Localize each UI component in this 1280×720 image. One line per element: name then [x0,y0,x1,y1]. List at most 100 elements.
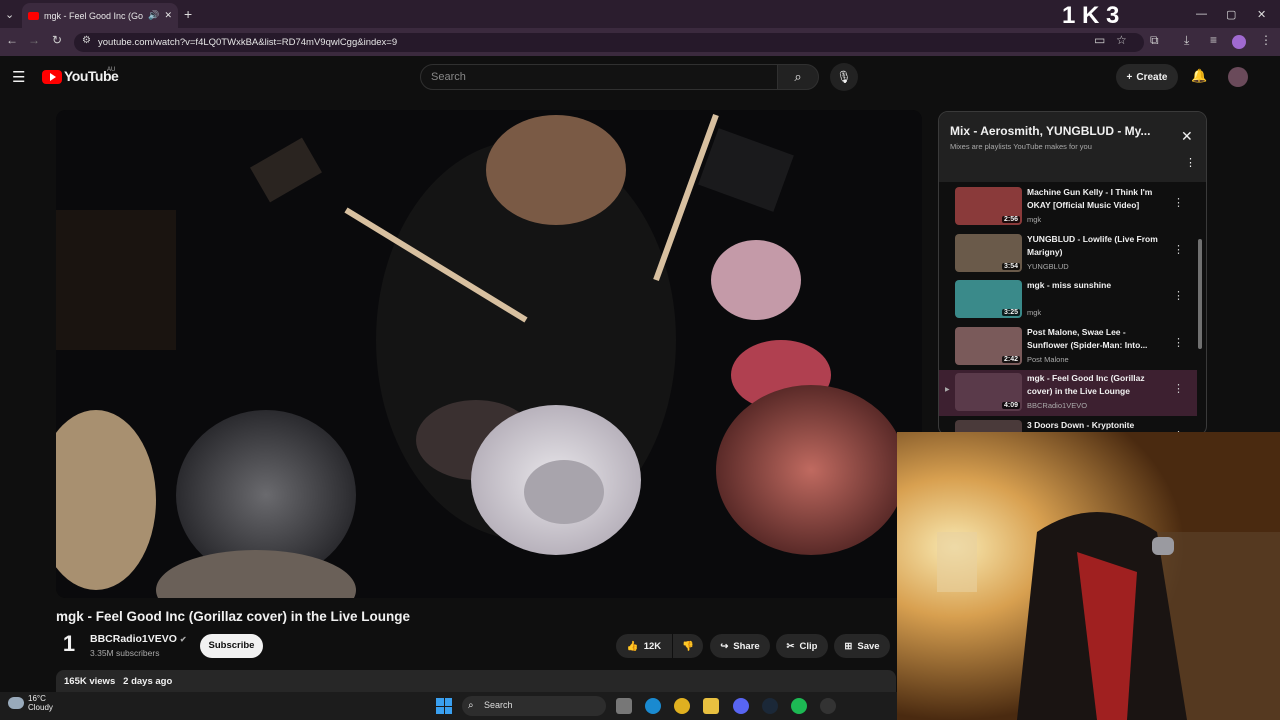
back-icon[interactable]: ← [6,33,18,47]
playlist-subtitle: Mixes are playlists YouTube makes for yo… [950,142,1092,151]
item-menu-icon[interactable]: ⋮ [1173,196,1184,209]
youtube-favicon-icon [28,11,39,20]
voice-search-button[interactable]: 🎙 [830,63,858,91]
playlist-item-title: mgk - Feel Good Inc (Gorillaz cover) in … [1027,373,1145,396]
share-button[interactable]: ↪ Share [710,634,770,658]
playlist-header: Mix - Aerosmith, YUNGBLUD - My... Mixes … [939,112,1206,182]
url-text: youtube.com/watch?v=f4LQ0TWxkBA&list=RD7… [98,37,398,48]
media-icon[interactable]: ≡ [1210,33,1217,47]
file-explorer-icon[interactable] [703,698,719,714]
search-button[interactable]: ⌕ [777,64,819,90]
playlist-menu-icon[interactable]: ⋮ [1185,156,1196,169]
tab-list-icon[interactable]: ⌄ [5,8,14,21]
task-view-icon[interactable] [616,698,632,714]
obs-icon[interactable] [820,698,836,714]
item-menu-icon[interactable]: ⋮ [1173,382,1184,395]
duration-badge: 4:09 [1001,402,1020,409]
chrome-menu-icon[interactable]: ⋮ [1260,33,1272,47]
save-button[interactable]: ⊞ Save [834,634,890,658]
duration-badge: 2:42 [1001,355,1020,363]
maximize-icon[interactable]: ▢ [1226,8,1236,21]
scissors-icon: ✂ [786,640,795,652]
extensions-icon[interactable]: ⧉ [1150,33,1159,48]
new-tab-button[interactable]: + [184,6,192,22]
playlist-thumbnail[interactable]: 3:25 [955,280,1022,318]
playlist-scrollbar[interactable] [1198,239,1202,349]
forward-icon[interactable]: → [28,33,40,47]
taskbar-search-icon: ⌕ [468,700,474,711]
close-window-icon[interactable]: ✕ [1257,8,1266,21]
thumbs-down-icon: 👎 [682,640,694,652]
tab-close-icon[interactable]: ✕ [164,10,172,21]
item-menu-icon[interactable]: ⋮ [1173,289,1184,302]
item-menu-icon[interactable]: ⋮ [1173,336,1184,349]
playlist-thumbnail[interactable]: 3:54 [955,233,1022,272]
account-avatar[interactable] [1228,67,1248,87]
search-icon: ⌕ [794,69,802,84]
like-button[interactable]: 👍 12K [616,634,672,658]
playlist-item[interactable]: 3:54 YUNGBLUD - Lowlife (Live From Marign… [939,231,1197,277]
verified-icon: ✔ [179,635,187,644]
clip-button[interactable]: ✂ Clip [776,634,828,658]
notifications-bell-icon[interactable]: 🔔 [1191,68,1207,84]
playlist-item[interactable]: 2:42 Post Malone, Swae Lee - Sunflower (S… [939,324,1197,370]
speaker-icon[interactable]: 🔊 [148,10,159,21]
duration-badge: 3:25 [1001,309,1020,316]
save-playlist-icon: ⊞ [844,640,853,652]
discord-icon[interactable] [733,698,749,714]
playlist-thumbnail[interactable]: 2:42 [955,326,1022,365]
duration-badge: 2:56 [1001,216,1020,223]
site-info-icon[interactable]: ⚙ [82,35,91,46]
playlist-item[interactable]: 2:56 Machine Gun Kelly - I Think I'm OKAY… [939,184,1197,230]
menu-icon[interactable]: ☰ [12,68,25,86]
edge-icon[interactable] [645,698,661,714]
channel-logo[interactable]: 1 [56,631,82,657]
playlist-item-title: YUNGBLUD - Lowlife (Live From Marigny) [1027,233,1158,257]
item-menu-icon[interactable]: ⋮ [1173,243,1184,256]
create-button[interactable]: + Create [1116,64,1178,90]
browser-tab[interactable]: mgk - Feel Good Inc (Gorilla 🔊 ✕ [22,3,178,28]
thumbs-up-icon: 👍 [626,640,639,652]
playlist-thumbnail[interactable]: 2:56 [955,187,1022,225]
taskbar-search[interactable]: Search [462,696,606,716]
dislike-button[interactable]: 👎 [673,634,703,658]
microphone-icon: 🎙 [836,70,852,84]
reload-icon[interactable]: ↻ [52,33,62,47]
windows-start-icon[interactable] [436,698,452,714]
profile-avatar[interactable] [1232,35,1246,49]
taskbar-search-label: Search [484,700,513,710]
playlist-item[interactable]: ▶ 4:09 mgk - Feel Good Inc (Gorillaz cover… [939,370,1197,416]
view-count: 165K views [64,676,116,687]
download-icon[interactable]: ⤓ [1184,33,1189,48]
playlist-title[interactable]: Mix - Aerosmith, YUNGBLUD - My... [950,124,1150,138]
playlist-item[interactable]: 3:25 mgk - miss sunshine mgk ⋮ [939,277,1197,323]
webcam-frame [897,432,1280,720]
region-code: AU [107,67,116,73]
channel-name[interactable]: BBCRadio1VEVO ✔ [90,633,187,645]
playlist-item-channel: mgk [1027,215,1042,224]
video-player[interactable] [56,110,922,598]
close-playlist-icon[interactable]: ✕ [1181,128,1193,145]
youtube-logo-icon[interactable] [42,70,62,84]
playlist-thumbnail[interactable]: 4:09 [955,373,1022,411]
bookmark-star-icon[interactable]: ☆ [1116,33,1127,47]
playlist-panel: Mix - Aerosmith, YUNGBLUD - My... Mixes … [938,111,1207,436]
webcam-overlay [897,432,1280,720]
minimize-icon[interactable]: — [1196,8,1207,20]
playlist-item-channel: YUNGBLUD [1027,261,1069,271]
search-input[interactable]: Search [420,64,778,90]
spotify-icon[interactable] [791,698,807,714]
playlist-item-title: mgk - miss sunshine [1027,280,1112,290]
subscribe-button[interactable]: Subscribe [200,634,263,658]
chrome-icon[interactable] [674,698,690,714]
cloud-icon [8,697,24,709]
video-title: mgk - Feel Good Inc (Gorillaz cover) in … [56,609,411,624]
address-bar[interactable]: youtube.com/watch?v=f4LQ0TWxkBA&list=RD7… [74,33,1144,52]
playlist-item-channel: Post Malone [1027,354,1069,364]
share-icon: ↪ [720,640,729,652]
cast-icon[interactable]: ▭ [1094,33,1105,47]
steam-icon[interactable] [762,698,778,714]
share-label: Share [733,640,760,652]
channel-name-text: BBCRadio1VEVO [90,633,177,645]
stream-overlay-text: 1 K 3 [1062,2,1119,30]
